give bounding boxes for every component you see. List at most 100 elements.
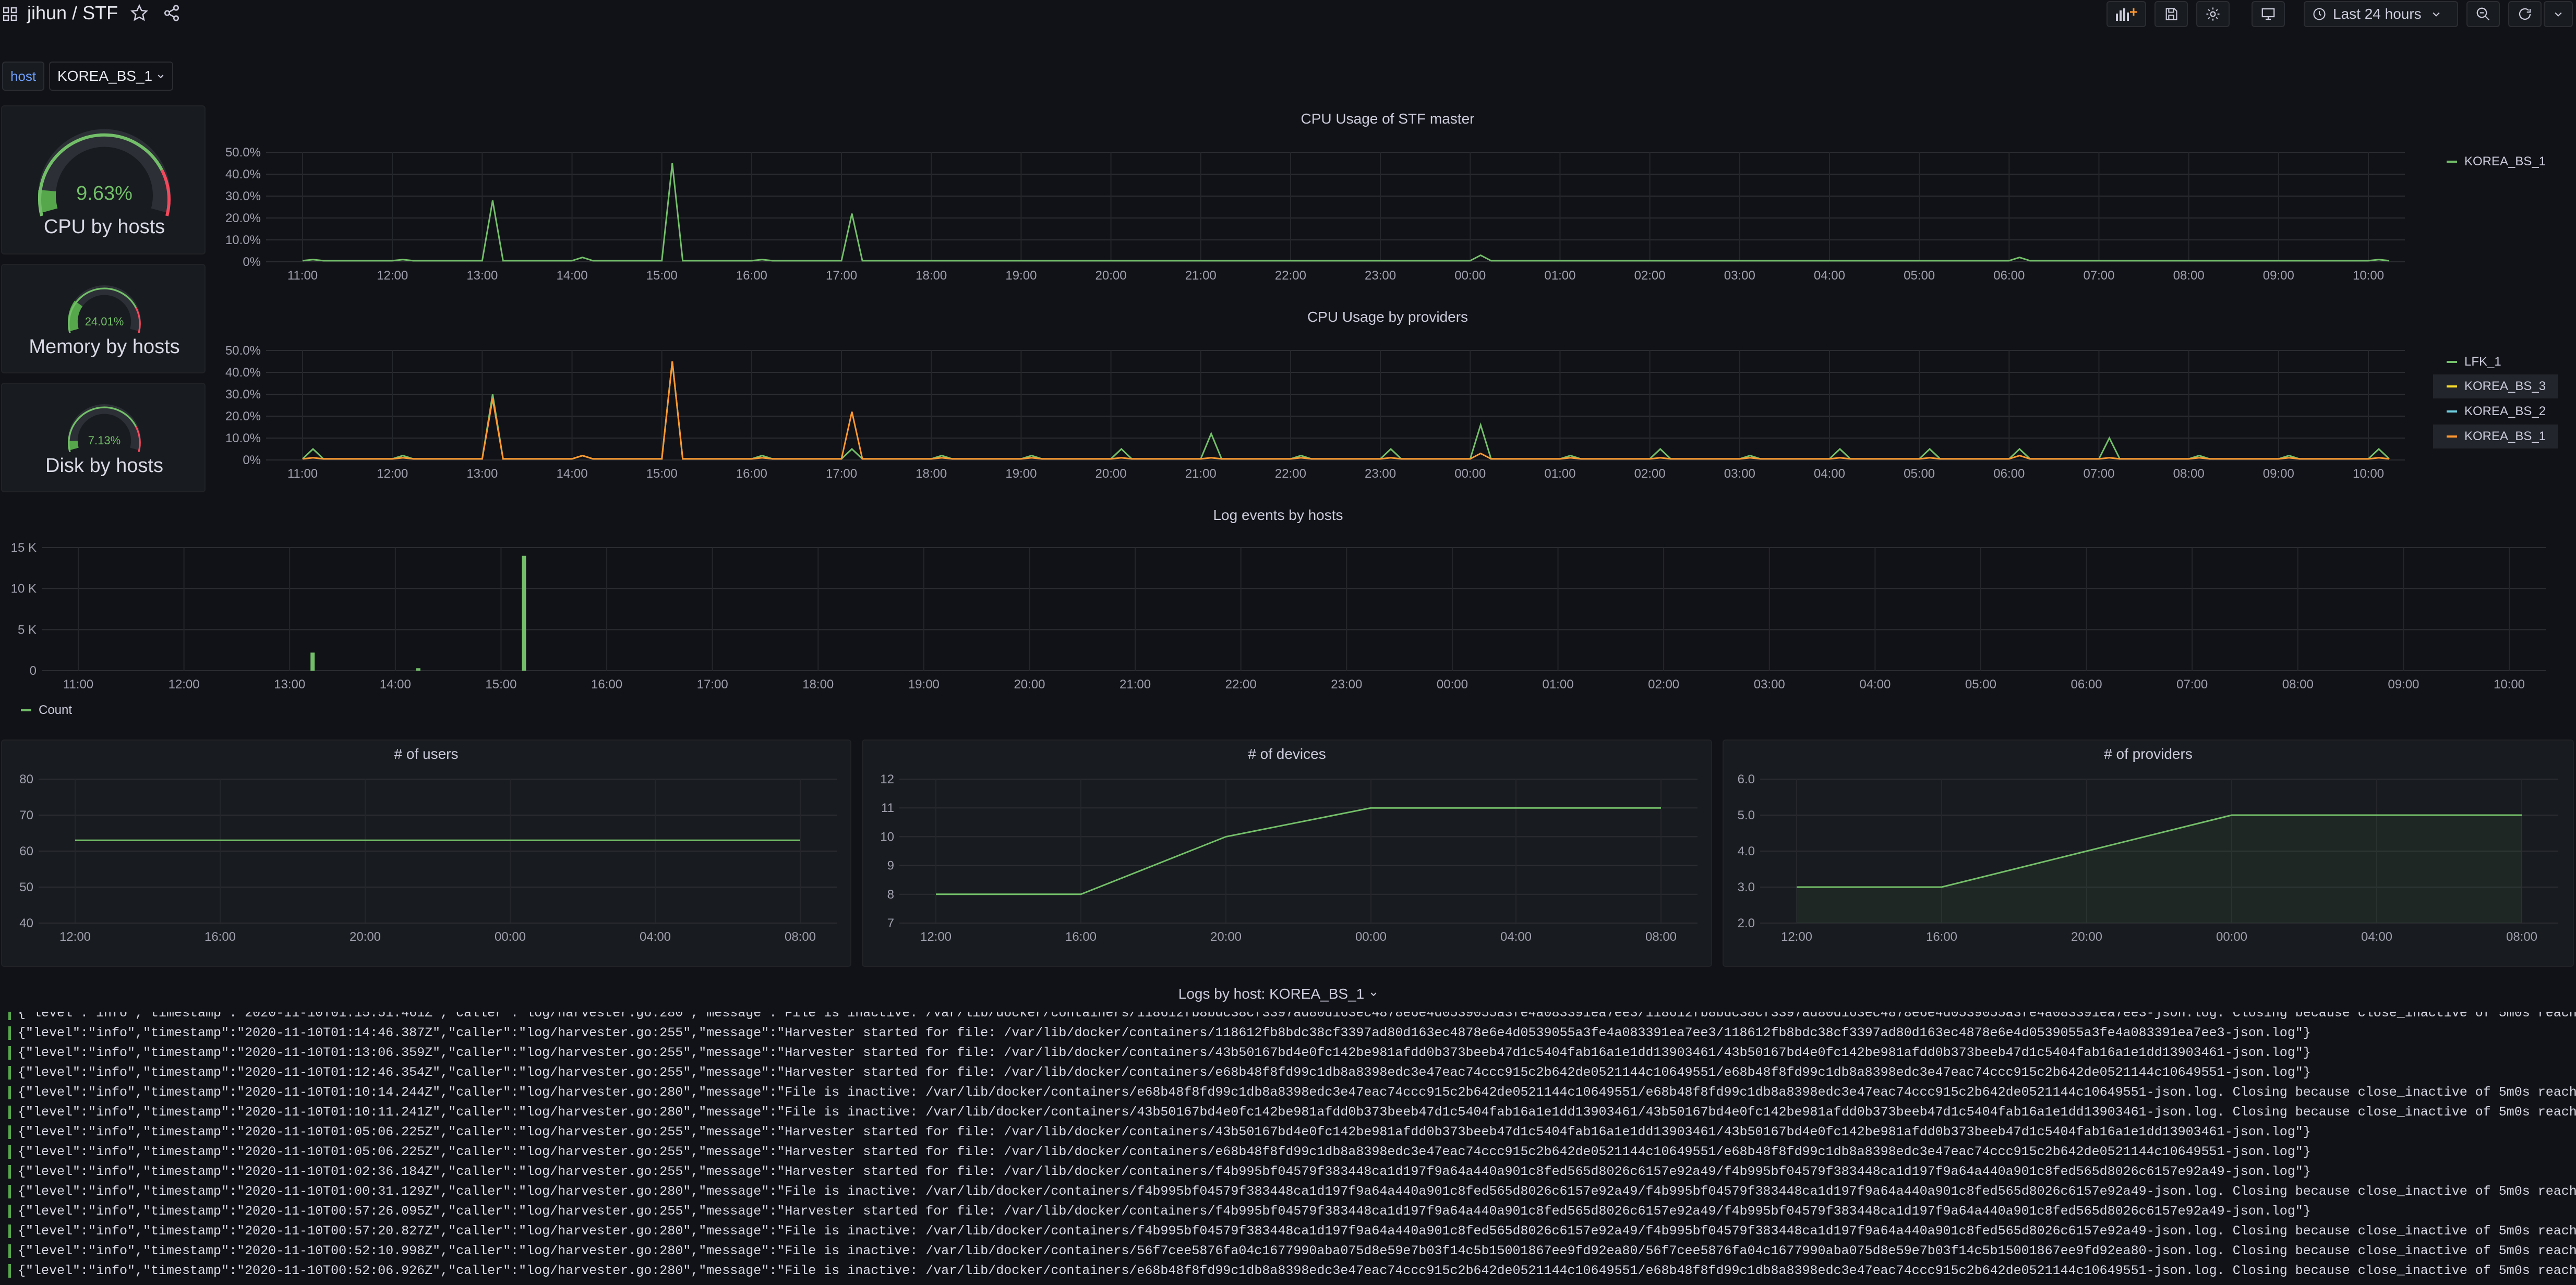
log-row[interactable]: {"level":"info","timestamp":"2020-11-10T… [8,1122,2311,1142]
legend-item-korea-bs-2[interactable]: KOREA_BS_2 [2433,398,2558,425]
x-tick-label: 16:00 [1926,930,1957,944]
bar [416,668,420,671]
gauge-panel-cpu[interactable]: 9.63% CPU by hosts [1,105,206,254]
star-icon[interactable] [130,4,149,25]
chart-devices: 7 8 9 10 11 12 12:00 16:00 20:00 00:00 04:00 08:00 [880,772,1698,944]
refresh-interval-dropdown[interactable] [2544,1,2573,27]
log-row[interactable]: {"level":"info","timestamp":"2020-11-10T… [8,1102,2576,1122]
log-text: {"level":"info","timestamp":"2020-11-10T… [18,1204,2311,1219]
zoom-out-button[interactable] [2466,1,2500,27]
log-row[interactable]: {"level":"info","timestamp":"2020-11-10T… [8,1241,2576,1261]
x-tick-label: 23:00 [1365,269,1396,283]
x-tick-label: 00:00 [1437,677,1468,692]
y-tick-label: 8 [887,888,894,902]
log-text: {"level":"info","timestamp":"2020-11-10T… [18,1184,2576,1199]
gauge-panel-memory[interactable]: 24.01% Memory by hosts [1,264,206,373]
x-tick-label: 02:00 [1634,467,1666,481]
gauge-panel-disk[interactable]: 7.13% Disk by hosts [1,383,206,492]
x-tick-label: 17:00 [826,467,857,481]
time-range-picker[interactable]: Last 24 hours [2304,1,2458,27]
x-tick-label: 07:00 [2176,677,2208,692]
legend-swatch [2447,161,2457,163]
x-tick-label: 20:00 [1096,269,1127,283]
panel-users[interactable]: # of users 40 50 60 70 80 12:00 16:00 20:00 00:0… [1,740,851,967]
log-row[interactable]: {"level":"info","timestamp":"2020-11-10T… [8,1221,2576,1241]
top-bar: jihun / STF Last 24 hours [0,0,2576,29]
x-tick-label: 21:00 [1120,677,1151,692]
log-list[interactable]: {"level":"info","timestamp":"2020-11-10T… [0,1012,2576,1285]
log-row[interactable]: {"level":"info","timestamp":"2020-11-10T… [8,1043,2311,1063]
y-tick-label: 70 [19,808,33,822]
chart-cpu-providers[interactable]: 0% 10.0% 20.0% 30.0% 40.0% 50.0% 11:00 12:00 13:… [209,339,2421,485]
chart-providers: 2.0 3.0 4.0 5.0 6.0 12:00 16:00 20:00 00:00 04:00… [1738,772,2558,944]
x-tick-label: 05:00 [1904,269,1935,283]
x-tick-label: 08:00 [2506,930,2537,944]
legend-item-korea-bs-1[interactable]: KOREA_BS_1 [2433,425,2558,448]
log-text: {"level":"info","timestamp":"2020-11-10T… [18,1085,2576,1100]
refresh-button[interactable] [2508,1,2542,27]
x-tick-label: 02:00 [1648,677,1679,692]
legend-label: KOREA_BS_2 [2464,404,2546,418]
settings-button[interactable] [2196,1,2230,27]
log-row[interactable]: {"level":"info","timestamp":"2020-11-10T… [8,1202,2311,1221]
legend-swatch [2447,361,2457,363]
panel-devices[interactable]: # of devices 7 8 9 10 11 12 12:00 16:00 20:00 00:… [862,740,1712,967]
y-tick-label: 40 [19,916,33,930]
host-variable-select[interactable]: KOREA_BS_1 [49,62,174,91]
log-row[interactable]: {"level":"info","timestamp":"2020-11-10T… [8,1182,2576,1202]
series-line [302,163,2390,262]
panel-title-cpu-master[interactable]: CPU Usage of STF master [219,111,2556,127]
y-tick-label: 60 [19,844,33,858]
chart-log-events[interactable]: 0 5 K 10 K 15 K 11:00 12:00 13:00 14:00 15:00 16:… [0,537,2556,699]
tv-mode-button[interactable] [2252,1,2285,27]
x-tick-label: 05:00 [1965,677,1996,692]
y-tick-label: 10.0% [225,431,261,445]
dashboard-title[interactable]: jihun / STF [27,2,118,24]
x-tick-label: 09:00 [2263,467,2294,481]
x-tick-label: 19:00 [1005,467,1037,481]
x-tick-label: 14:00 [380,677,411,692]
gauge-title-disk: Disk by hosts [45,455,163,477]
legend-item-korea-bs-1[interactable]: KOREA_BS_1 [2447,154,2546,169]
log-row[interactable]: {"level":"info","timestamp":"2020-11-10T… [8,1142,2311,1162]
log-row[interactable]: {"level":"info","timestamp":"2020-11-10T… [8,1023,2311,1043]
log-row[interactable]: {"level":"info","timestamp":"2020-11-10T… [8,1063,2311,1083]
bar [522,555,526,671]
log-text: {"level":"info","timestamp":"2020-11-10T… [18,1012,2576,1021]
y-tick-label: 40.0% [225,167,261,181]
y-tick-label: 7 [887,916,894,930]
log-row[interactable]: {"level":"info","timestamp":"2020-11-10T… [8,1012,2576,1023]
log-row[interactable]: {"level":"info","timestamp":"2020-11-10T… [8,1083,2576,1102]
x-tick-label: 01:00 [1544,467,1575,481]
panel-providers[interactable]: # of providers 2.0 3.0 4.0 5.0 6.0 12:00 16:00… [1723,740,2574,967]
y-tick-label: 50 [19,880,33,894]
panel-title-cpu-providers[interactable]: CPU Usage by providers [219,309,2556,325]
share-icon[interactable] [163,4,180,25]
gear-icon [2206,7,2220,21]
logs-panel-header[interactable]: Logs by host: KOREA_BS_1 [0,986,2556,1002]
legend-swatch [21,709,31,711]
add-panel-button[interactable] [2106,1,2146,27]
x-tick-label: 04:00 [640,930,671,944]
x-tick-label: 00:00 [1355,930,1387,944]
bar [310,652,315,671]
legend-item-lfk-1[interactable]: LFK_1 [2433,349,2558,374]
apps-grid-icon[interactable] [3,7,17,21]
legend-label: Count [39,703,73,717]
log-text: {"level":"info","timestamp":"2020-11-10T… [18,1243,2576,1258]
x-tick-label: 01:00 [1542,677,1573,692]
x-tick-label: 12:00 [59,930,91,944]
x-tick-label: 11:00 [63,677,93,692]
x-tick-label: 23:00 [1365,467,1396,481]
chart-cpu-master[interactable]: 0% 10.0% 20.0% 30.0% 40.0% 50.0% 11:00 12:00 13:… [209,141,2421,287]
save-dashboard-button[interactable] [2154,1,2188,27]
x-tick-label: 15:00 [646,269,678,283]
x-tick-label: 20:00 [1096,467,1127,481]
log-row[interactable]: {"level":"info","timestamp":"2020-11-10T… [8,1261,2576,1281]
x-tick-label: 17:00 [697,677,728,692]
log-row[interactable]: {"level":"info","timestamp":"2020-11-10T… [8,1162,2311,1182]
panel-title-log-events[interactable]: Log events by hosts [0,507,2556,524]
x-tick-label: 20:00 [2071,930,2102,944]
legend-item-korea-bs-3[interactable]: KOREA_BS_3 [2433,374,2558,398]
legend-item-count[interactable]: Count [21,703,72,718]
